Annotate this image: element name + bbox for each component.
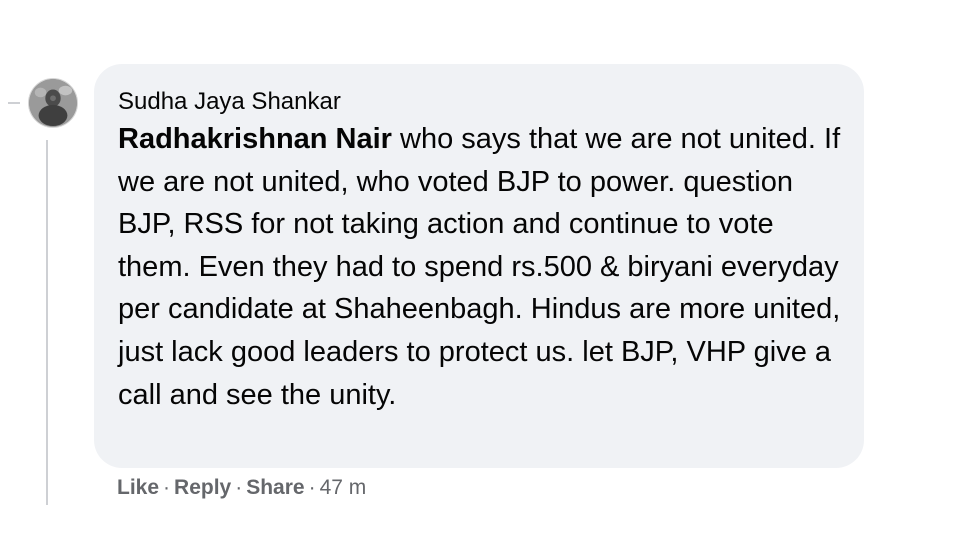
separator: · <box>308 476 316 499</box>
separator: · <box>163 476 171 499</box>
comment-timestamp[interactable]: 47 m <box>320 476 367 499</box>
comment-body: who says that we are not united. If we a… <box>118 123 841 411</box>
profile-photo-icon <box>29 79 77 127</box>
separator: · <box>235 476 243 499</box>
comment-actions: Like · Reply · Share · 47 m <box>117 476 366 500</box>
comment-author[interactable]: Sudha Jaya Shankar <box>118 88 341 116</box>
comment-text: Radhakrishnan Nair who says that we are … <box>118 118 846 416</box>
avatar[interactable] <box>28 78 78 128</box>
reply-button[interactable]: Reply <box>174 476 231 499</box>
thread-connector <box>8 102 20 104</box>
comment-bubble: Sudha Jaya Shankar Radhakrishnan Nair wh… <box>94 64 864 468</box>
share-button[interactable]: Share <box>246 476 304 499</box>
mention-link[interactable]: Radhakrishnan Nair <box>118 123 392 155</box>
thread-line <box>46 140 48 505</box>
like-button[interactable]: Like <box>117 476 159 499</box>
